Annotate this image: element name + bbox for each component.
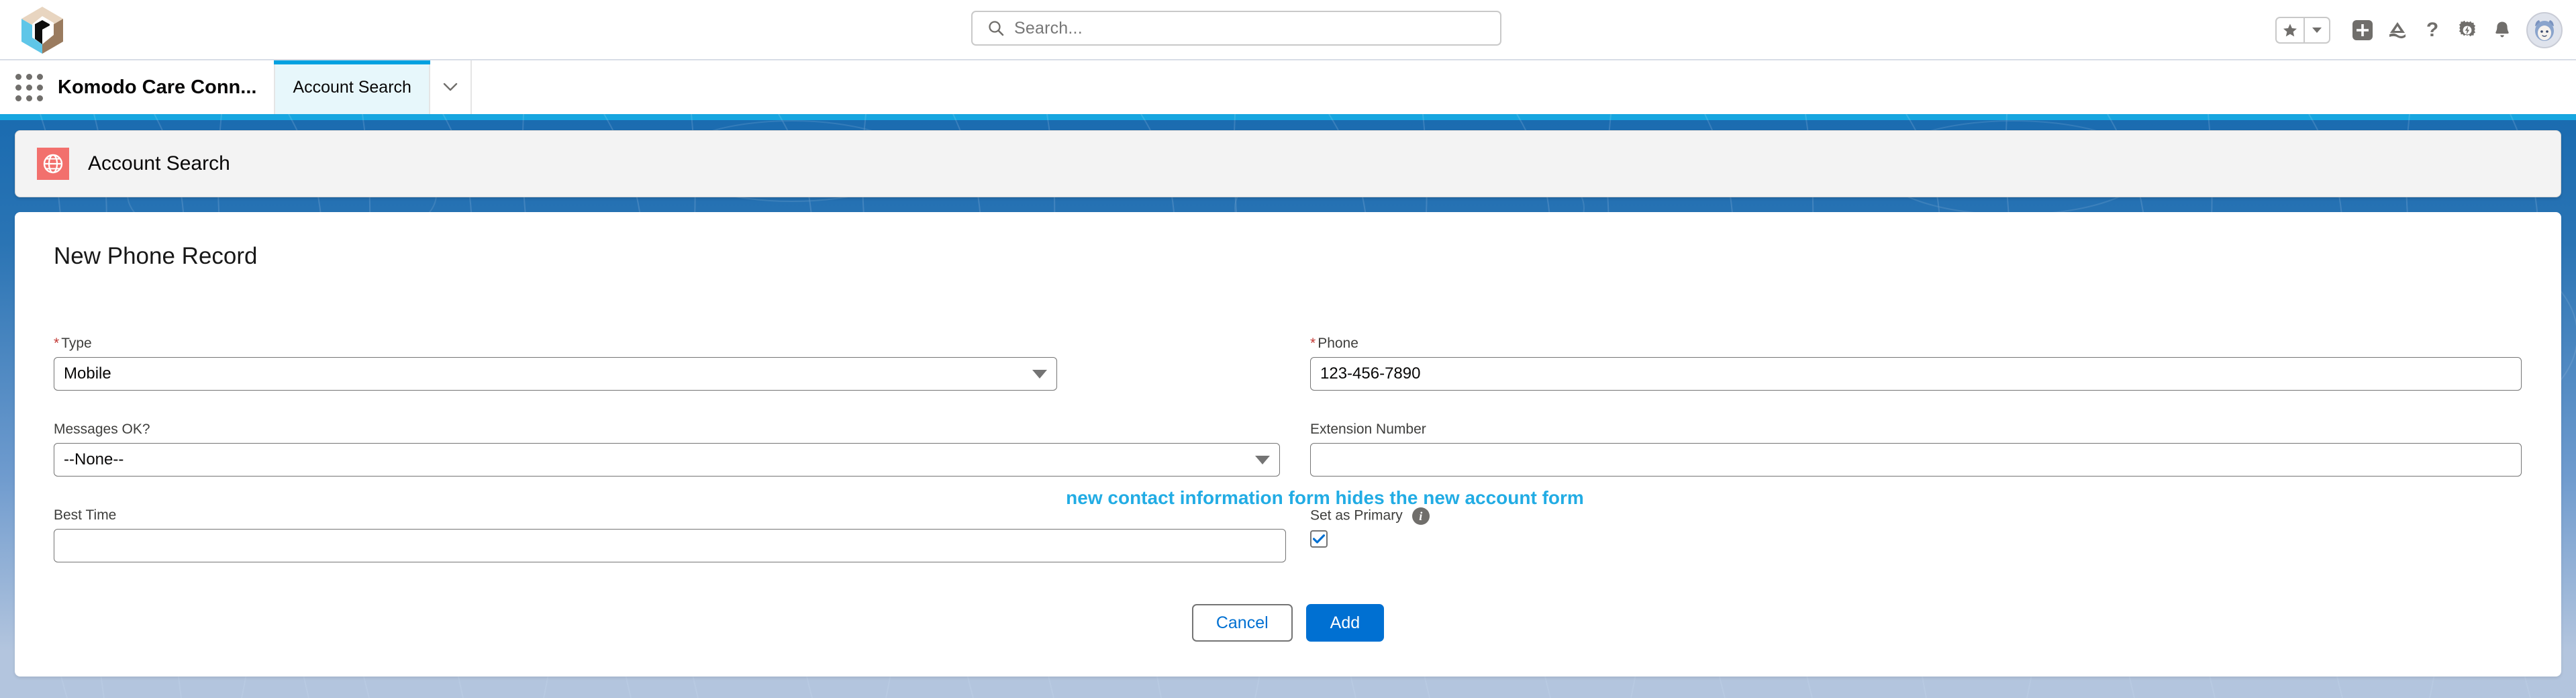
- type-select-value: Mobile: [64, 364, 111, 383]
- field-type: *Type Mobile: [54, 336, 1057, 391]
- field-phone-label: *Phone: [1310, 336, 2522, 352]
- field-extension-number-label-text: Extension Number: [1310, 421, 1426, 437]
- tab-account-search[interactable]: Account Search: [274, 60, 430, 114]
- setup-gear-icon[interactable]: [2450, 13, 2485, 48]
- user-avatar[interactable]: [2526, 12, 2563, 48]
- messages-ok-select-value: --None--: [64, 450, 123, 469]
- field-best-time-label: Best Time: [54, 507, 1286, 524]
- global-search-placeholder: Search...: [1014, 19, 1083, 38]
- global-search-box[interactable]: Search...: [971, 11, 1501, 46]
- page-canvas: Account Search New Phone Record new cont…: [0, 114, 2576, 698]
- favorites-star-icon[interactable]: [2277, 18, 2303, 42]
- nav-tab-list: Account Search: [274, 60, 472, 114]
- page-header-card: Account Search: [15, 130, 2561, 197]
- form-action-buttons: Cancel Add: [15, 604, 2561, 642]
- page-title: Account Search: [88, 152, 230, 175]
- field-phone-label-text: Phone: [1318, 336, 1358, 351]
- field-messages-ok-label: Messages OK?: [54, 421, 1280, 438]
- field-set-as-primary-label: Set as Primary i: [1310, 507, 1713, 525]
- field-best-time: Best Time: [54, 507, 1286, 562]
- svg-text:?: ?: [2426, 19, 2438, 41]
- globe-icon: [37, 148, 69, 180]
- favorites-group[interactable]: [2275, 17, 2330, 44]
- app-launcher-button[interactable]: [0, 60, 58, 114]
- komodo-cube-logo[interactable]: [15, 3, 70, 58]
- global-actions-plus-icon[interactable]: [2345, 13, 2380, 48]
- messages-ok-select-caret-down-icon: [1255, 456, 1270, 464]
- required-asterisk: *: [1310, 336, 1316, 351]
- global-header-actions: ?: [2275, 0, 2567, 60]
- type-select[interactable]: Mobile: [54, 357, 1057, 391]
- field-phone: *Phone 123-456-7890: [1310, 336, 2522, 391]
- cancel-button[interactable]: Cancel: [1192, 604, 1293, 642]
- field-set-as-primary: Set as Primary i: [1310, 507, 1713, 548]
- mountain-app-icon[interactable]: [2380, 13, 2415, 48]
- help-question-icon[interactable]: ?: [2415, 13, 2450, 48]
- add-button[interactable]: Add: [1306, 604, 1384, 642]
- extension-number-input[interactable]: [1310, 443, 2522, 477]
- search-icon: [987, 19, 1005, 37]
- tab-overflow-chevron-down-icon[interactable]: [430, 60, 472, 114]
- tab-account-search-label: Account Search: [293, 78, 411, 97]
- favorites-dropdown-caret-icon[interactable]: [2305, 18, 2329, 42]
- set-as-primary-row: [1310, 530, 1713, 548]
- info-icon[interactable]: i: [1412, 507, 1430, 525]
- field-best-time-label-text: Best Time: [54, 507, 116, 523]
- field-extension-number: Extension Number: [1310, 421, 2522, 477]
- field-type-label-text: Type: [61, 336, 92, 351]
- phone-input-value: 123-456-7890: [1320, 364, 1420, 383]
- field-type-label: *Type: [54, 336, 1057, 352]
- phone-input[interactable]: 123-456-7890: [1310, 357, 2522, 391]
- app-launcher-grid-icon: [15, 74, 43, 101]
- add-button-label: Add: [1330, 613, 1360, 633]
- field-messages-ok-label-text: Messages OK?: [54, 421, 150, 437]
- notifications-bell-icon[interactable]: [2485, 13, 2520, 48]
- field-set-as-primary-label-text: Set as Primary: [1310, 508, 1403, 524]
- global-header: Search...: [0, 0, 2576, 60]
- required-asterisk: *: [54, 336, 59, 351]
- type-select-caret-down-icon: [1032, 370, 1047, 379]
- set-as-primary-checkbox[interactable]: [1310, 530, 1328, 548]
- field-messages-ok: Messages OK? --None--: [54, 421, 1280, 477]
- app-navigation-bar: Komodo Care Conn... Account Search: [0, 60, 2576, 114]
- messages-ok-select[interactable]: --None--: [54, 443, 1280, 477]
- new-phone-record-form: New Phone Record new contact information…: [15, 212, 2561, 677]
- field-extension-number-label: Extension Number: [1310, 421, 2522, 438]
- app-name-label: Komodo Care Conn...: [58, 60, 274, 114]
- best-time-input[interactable]: [54, 529, 1286, 562]
- cancel-button-label: Cancel: [1216, 613, 1269, 633]
